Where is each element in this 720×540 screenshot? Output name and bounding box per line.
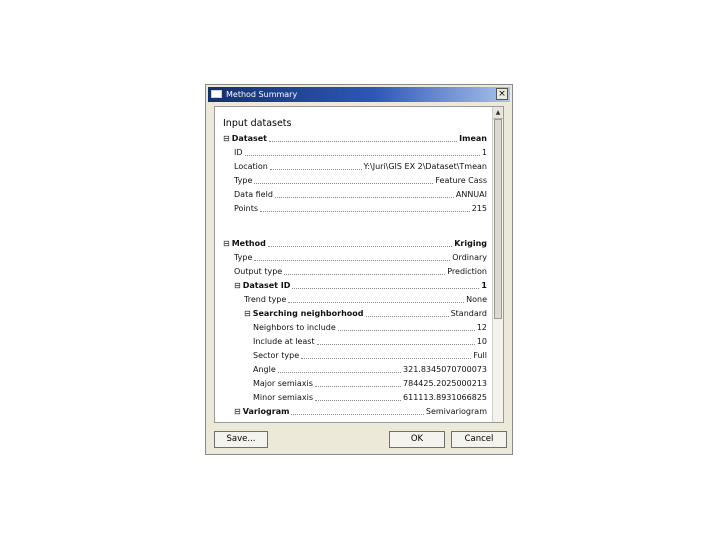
sector-type-label: Sector type [253, 351, 300, 360]
scroll-up-icon[interactable]: ▲ [493, 107, 503, 119]
method-type-label: Type [234, 253, 253, 262]
trend-type-row: Trend type None [244, 294, 487, 306]
summary-content: Input datasets ⊟ Dataset Imean ID 1 Locati… [215, 107, 493, 422]
output-type-value: Prediction [447, 267, 487, 276]
include-at-least-label: Include at least [253, 337, 315, 346]
collapse-icon[interactable]: ⊟ [234, 407, 241, 416]
variogram-row[interactable]: ⊟ Variogram Semivariogram [234, 406, 487, 418]
leader-dots [260, 211, 470, 212]
data-field-value: ANNUAI [455, 190, 487, 199]
output-type-label: Output type [234, 267, 283, 276]
cancel-button[interactable]: Cancel [451, 431, 507, 448]
searching-neighborhood-row[interactable]: ⊟ Searching neighborhood Standard [244, 308, 487, 320]
close-icon[interactable]: × [496, 88, 508, 100]
leader-dots [365, 316, 449, 317]
vertical-scrollbar[interactable]: ▲ [492, 107, 503, 422]
sector-type-row: Sector type Full [253, 350, 487, 362]
type-row: Type Feature Cass [234, 175, 487, 187]
trend-type-value: None [466, 295, 487, 304]
method-row[interactable]: ⊟ Method Kriging [223, 238, 487, 250]
collapse-icon[interactable]: ⊟ [234, 281, 241, 290]
collapse-icon[interactable]: ⊟ [223, 239, 230, 248]
method-summary-dialog: Method Summary × Input datasets ⊟ Dataset… [205, 84, 513, 455]
data-field-row: Data field ANNUAI [234, 189, 487, 201]
method-type-value: Ordinary [452, 253, 487, 262]
scroll-thumb[interactable] [494, 119, 502, 319]
leader-dots [254, 183, 434, 184]
variogram-value: Semivariogram [425, 407, 487, 416]
id-row: ID 1 [234, 147, 487, 159]
location-row: Location Y:\Juri\GIS EX 2\Dataset\Tmean [234, 161, 487, 173]
leader-dots [316, 344, 475, 345]
major-semiaxis-label: Major semiaxis [253, 379, 313, 388]
searching-label: Searching neighborhood [252, 309, 364, 318]
method-label: Method [231, 239, 266, 248]
title-bar[interactable]: Method Summary × [208, 87, 510, 102]
method-value: Kriging [454, 239, 487, 248]
leader-dots [337, 330, 475, 331]
leader-dots [269, 169, 362, 170]
collapse-icon[interactable]: ⊟ [244, 309, 251, 318]
points-row: Points 215 [234, 203, 487, 215]
window-icon [211, 90, 222, 98]
dataset-id-label: Dataset ID [242, 281, 291, 290]
leader-dots [284, 274, 446, 275]
leader-dots [292, 288, 480, 289]
summary-panel[interactable]: Input datasets ⊟ Dataset Imean ID 1 Locati… [214, 106, 504, 423]
leader-dots [288, 302, 465, 303]
type-value: Feature Cass [435, 176, 487, 185]
leader-dots [291, 414, 424, 415]
input-datasets-heading: Input datasets [223, 118, 292, 129]
minor-semiaxis-value: 611113.8931066825 [403, 393, 487, 402]
dataset-id-row[interactable]: ⊟ Dataset ID 1 [234, 280, 487, 292]
neighbors-label: Neighbors to include [253, 323, 336, 332]
id-label: ID [234, 148, 243, 157]
type-label: Type [234, 176, 253, 185]
include-at-least-row: Include at least 10 [253, 336, 487, 348]
window-title: Method Summary [226, 90, 298, 99]
angle-row: Angle 321.8345070700073 [253, 364, 487, 376]
trend-type-label: Trend type [244, 295, 287, 304]
dataset-label: Dataset [231, 134, 267, 143]
leader-dots [244, 155, 480, 156]
data-field-label: Data field [234, 190, 273, 199]
location-value: Y:\Juri\GIS EX 2\Dataset\Tmean [363, 162, 488, 171]
major-semiaxis-row: Major semiaxis 784425.2025000213 [253, 378, 487, 390]
leader-dots [315, 400, 402, 401]
neighbors-row: Neighbors to include 12 [253, 322, 487, 334]
sector-type-value: Full [473, 351, 487, 360]
dataset-row[interactable]: ⊟ Dataset Imean [223, 133, 487, 145]
include-at-least-value: 10 [476, 337, 487, 346]
output-type-row: Output type Prediction [234, 266, 487, 278]
collapse-icon[interactable]: ⊟ [223, 134, 230, 143]
leader-dots [267, 246, 453, 247]
dataset-value: Imean [459, 134, 487, 143]
leader-dots [254, 260, 451, 261]
id-value: 1 [481, 148, 487, 157]
leader-dots [277, 372, 402, 373]
neighbors-value: 12 [476, 323, 487, 332]
searching-value: Standard [450, 309, 487, 318]
variogram-label: Variogram [242, 407, 290, 416]
leader-dots [268, 141, 458, 142]
points-label: Points [234, 204, 259, 213]
minor-semiaxis-label: Minor semiaxis [253, 393, 314, 402]
save-button[interactable]: Save... [214, 431, 268, 448]
method-type-row: Type Ordinary [234, 252, 487, 264]
leader-dots [274, 197, 454, 198]
leader-dots [314, 386, 402, 387]
points-value: 215 [471, 204, 487, 213]
major-semiaxis-value: 784425.2025000213 [403, 379, 487, 388]
ok-button[interactable]: OK [389, 431, 445, 448]
leader-dots [301, 358, 472, 359]
minor-semiaxis-row: Minor semiaxis 611113.8931066825 [253, 392, 487, 404]
angle-label: Angle [253, 365, 276, 374]
angle-value: 321.8345070700073 [403, 365, 487, 374]
location-label: Location [234, 162, 268, 171]
dataset-id-value: 1 [481, 281, 487, 290]
